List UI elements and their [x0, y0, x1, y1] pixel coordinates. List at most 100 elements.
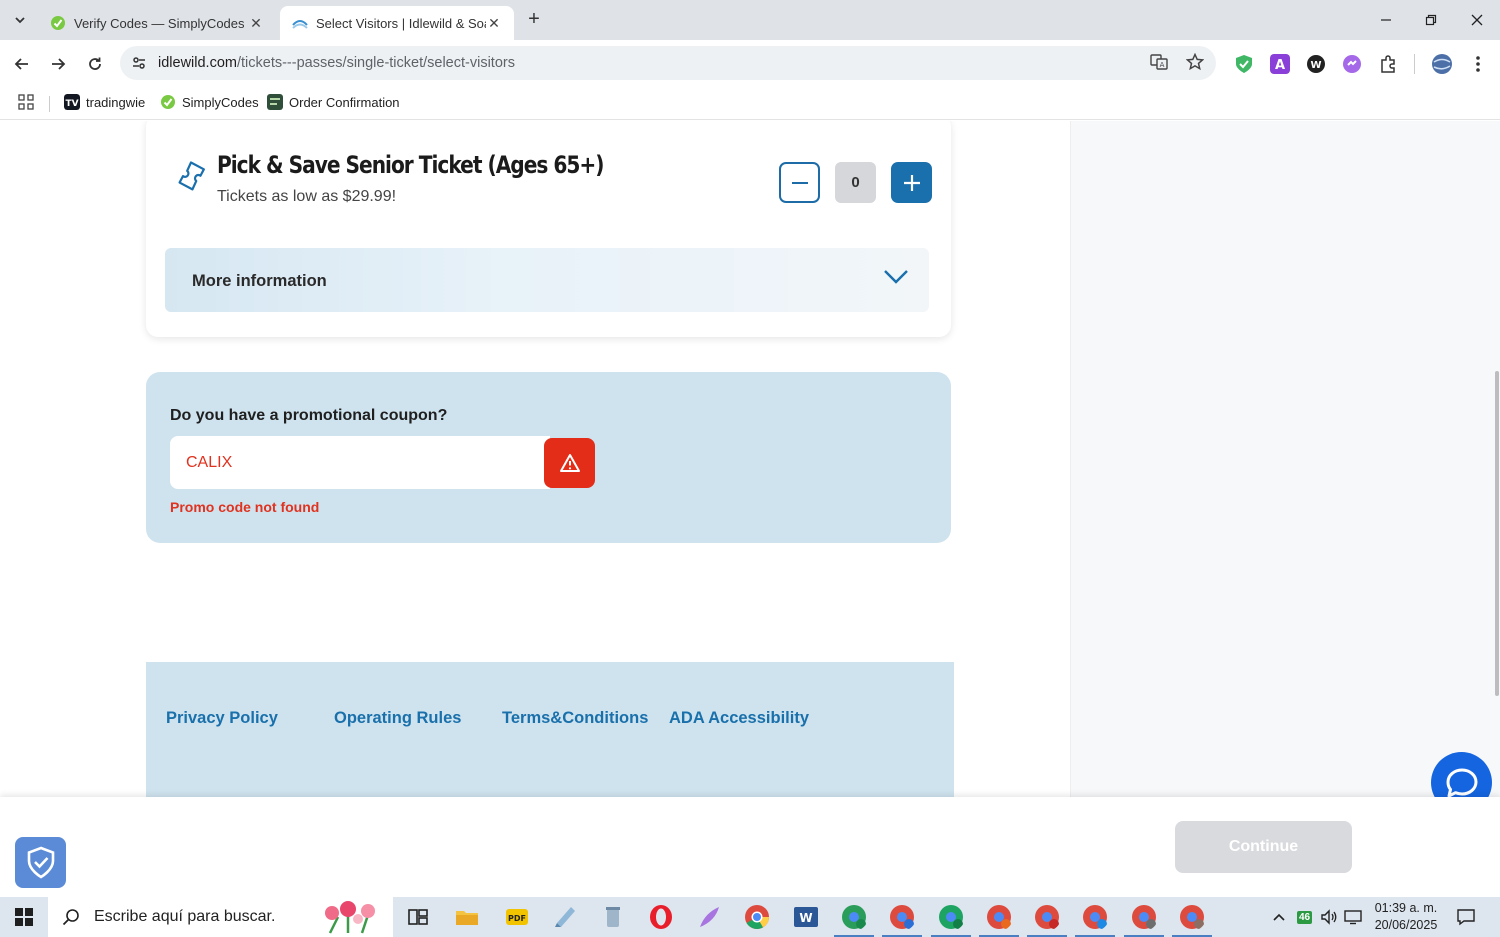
restore-icon — [1425, 14, 1437, 26]
bookmark-label: SimplyCodes — [182, 94, 259, 110]
chrome-icon[interactable] — [743, 903, 771, 931]
recycle-bin-icon[interactable] — [599, 903, 627, 931]
quantity-value: 0 — [835, 162, 876, 203]
simplycodes-favicon-icon — [51, 16, 65, 30]
bookmark-star-icon[interactable] — [1186, 53, 1204, 71]
shield-check-icon — [27, 846, 54, 879]
footer-link-terms-conditions[interactable]: Terms&Conditions — [502, 709, 648, 728]
apps-button[interactable] — [18, 94, 34, 110]
toolbar-divider — [1414, 54, 1415, 74]
svg-text:A: A — [1160, 61, 1165, 69]
display-button[interactable] — [1344, 897, 1362, 937]
page-viewport: Pick & Save Senior Ticket (Ages 65+) Tic… — [0, 121, 1500, 797]
reload-button[interactable] — [83, 52, 107, 76]
promo-coupon-panel: Do you have a promotional coupon? Promo … — [146, 372, 951, 543]
more-vertical-icon — [1476, 56, 1480, 72]
tab-title: Verify Codes — SimplyCodes — [74, 15, 245, 31]
chrome-profile-photo-icon[interactable] — [1130, 903, 1158, 931]
site-info-icon[interactable] — [120, 55, 158, 71]
right-panel — [1070, 121, 1500, 797]
footer-link-operating-rules[interactable]: Operating Rules — [334, 709, 461, 728]
feather-app-icon[interactable] — [695, 903, 723, 931]
more-information-accordion[interactable]: More information — [165, 248, 929, 312]
chrome-profile-e-icon[interactable] — [840, 903, 868, 931]
pdf-reader-icon[interactable]: PDF — [503, 903, 531, 931]
taskbar-search-placeholder: Escribe aquí para buscar. — [94, 908, 276, 925]
monitor-icon — [1344, 910, 1362, 925]
chrome-profile-d2-icon[interactable] — [1081, 903, 1109, 931]
page-scrollbar[interactable] — [1495, 371, 1499, 696]
browser-menu-button[interactable] — [1470, 54, 1486, 74]
tab-verify-codes[interactable]: Verify Codes — SimplyCodes ✕ — [38, 6, 276, 40]
browser-toolbar: idlewild.com/tickets---passes/single-tic… — [0, 40, 1500, 88]
chrome-profile-photo2-icon[interactable] — [1178, 903, 1206, 931]
site-footer: Privacy Policy Operating Rules Terms&Con… — [146, 662, 954, 797]
show-hidden-icons-button[interactable] — [1272, 897, 1286, 937]
decrease-quantity-button[interactable] — [779, 162, 820, 203]
network-indicator[interactable]: 46 — [1297, 897, 1313, 937]
back-button[interactable] — [10, 52, 34, 76]
windows-logo-icon — [15, 908, 33, 926]
forward-button[interactable] — [46, 52, 70, 76]
notifications-button[interactable] — [1456, 897, 1476, 937]
apps-grid-icon — [18, 94, 34, 110]
start-button[interactable] — [0, 897, 48, 937]
promo-apply-button[interactable] — [544, 438, 595, 488]
minimize-icon — [1381, 19, 1391, 21]
security-badge-button[interactable] — [15, 837, 66, 888]
close-tab-icon[interactable]: ✕ — [486, 15, 502, 32]
promo-question: Do you have a promotional coupon? — [170, 407, 448, 424]
chrome-profile-e2-icon[interactable] — [985, 903, 1013, 931]
tab-search-button[interactable] — [6, 6, 34, 34]
clock-time: 01:39 a. m. — [1374, 901, 1438, 915]
chat-bubble-icon — [1446, 768, 1477, 797]
font-extension-icon[interactable]: A — [1270, 54, 1290, 74]
increase-quantity-button[interactable] — [891, 162, 932, 203]
ticket-title: Pick & Save Senior Ticket (Ages 65+) — [217, 151, 605, 179]
close-tab-icon[interactable]: ✕ — [248, 15, 264, 32]
arrow-left-icon — [14, 58, 28, 70]
chrome-profile-j-icon[interactable] — [937, 903, 965, 931]
promo-code-input[interactable] — [170, 436, 550, 489]
svg-text:TV: TV — [65, 99, 78, 109]
bookmark-tradingview[interactable]: TV tradingwie — [64, 94, 145, 110]
tab-select-visitors[interactable]: Select Visitors | Idlewild & Soak ✕ — [280, 6, 514, 40]
w-extension-icon[interactable]: W — [1306, 54, 1326, 74]
purple-extension-icon[interactable] — [1342, 54, 1362, 74]
translate-icon[interactable]: A — [1150, 53, 1168, 71]
close-window-button[interactable] — [1454, 0, 1500, 40]
url-host: idlewild.com — [158, 55, 237, 71]
bookmark-order-confirmation[interactable]: Order Confirmation — [267, 94, 400, 110]
word-icon[interactable]: W — [792, 903, 820, 931]
system-clock[interactable]: 01:39 a. m. 20/06/2025 — [1371, 900, 1441, 934]
extensions-puzzle-icon[interactable] — [1378, 54, 1398, 74]
restore-window-button[interactable] — [1408, 0, 1454, 40]
chrome-profile-d-icon[interactable] — [1033, 903, 1061, 931]
minimize-window-button[interactable] — [1363, 0, 1409, 40]
footer-link-privacy-policy[interactable]: Privacy Policy — [166, 709, 278, 728]
bookmark-simplycodes[interactable]: SimplyCodes — [160, 94, 259, 110]
svg-text:W: W — [799, 911, 812, 925]
footer-link-ada-accessibility[interactable]: ADA Accessibility — [669, 709, 809, 728]
notes-app-icon[interactable] — [551, 903, 579, 931]
volume-button[interactable] — [1320, 897, 1338, 937]
profile-avatar-icon[interactable] — [1431, 53, 1453, 75]
browser-tabstrip: Verify Codes — SimplyCodes ✕ Select Visi… — [0, 0, 1500, 40]
shield-extension-icon[interactable] — [1234, 54, 1254, 74]
address-bar[interactable]: idlewild.com/tickets---passes/single-tic… — [120, 46, 1216, 80]
windows-taskbar: Escribe aquí para buscar. PDF W 46 01:39… — [0, 897, 1500, 937]
warning-icon — [559, 454, 580, 472]
new-tab-button[interactable]: + — [522, 8, 546, 32]
continue-button[interactable]: Continue — [1175, 821, 1352, 873]
bookmark-label: tradingwie — [86, 94, 146, 110]
file-explorer-icon[interactable] — [453, 903, 481, 931]
task-view-icon[interactable] — [404, 903, 432, 931]
chrome-profile-s-icon[interactable] — [888, 903, 916, 931]
opera-icon[interactable] — [647, 903, 675, 931]
ticket-price-note: Tickets as low as $29.99! — [217, 188, 397, 205]
clock-date: 20/06/2025 — [1374, 918, 1438, 932]
chevron-down-icon — [15, 17, 25, 24]
taskbar-search-box[interactable]: Escribe aquí para buscar. — [48, 897, 393, 937]
svg-text:A: A — [1275, 58, 1285, 73]
bookmark-label: Order Confirmation — [289, 94, 400, 110]
